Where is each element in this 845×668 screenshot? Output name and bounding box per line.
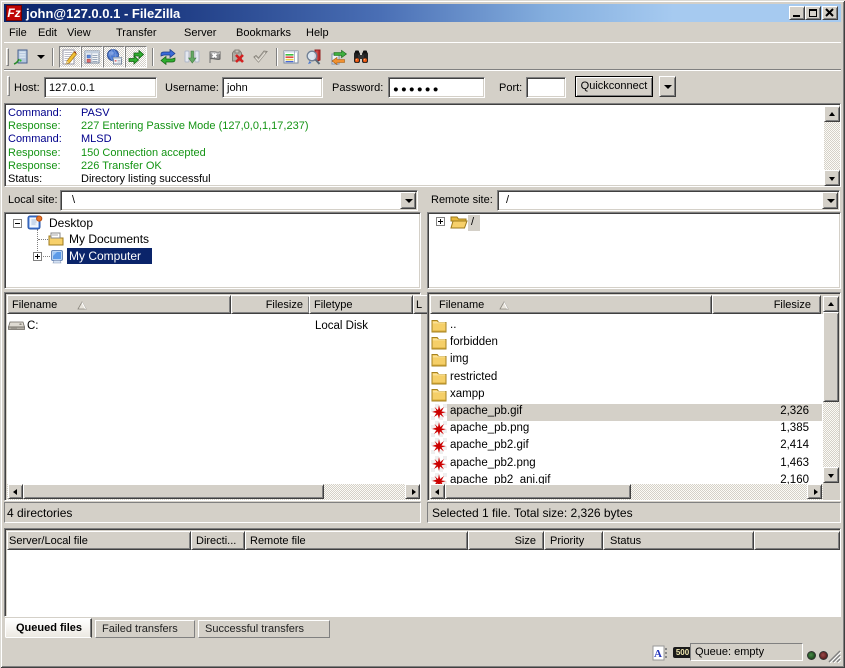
svg-text:A: A (654, 648, 662, 660)
